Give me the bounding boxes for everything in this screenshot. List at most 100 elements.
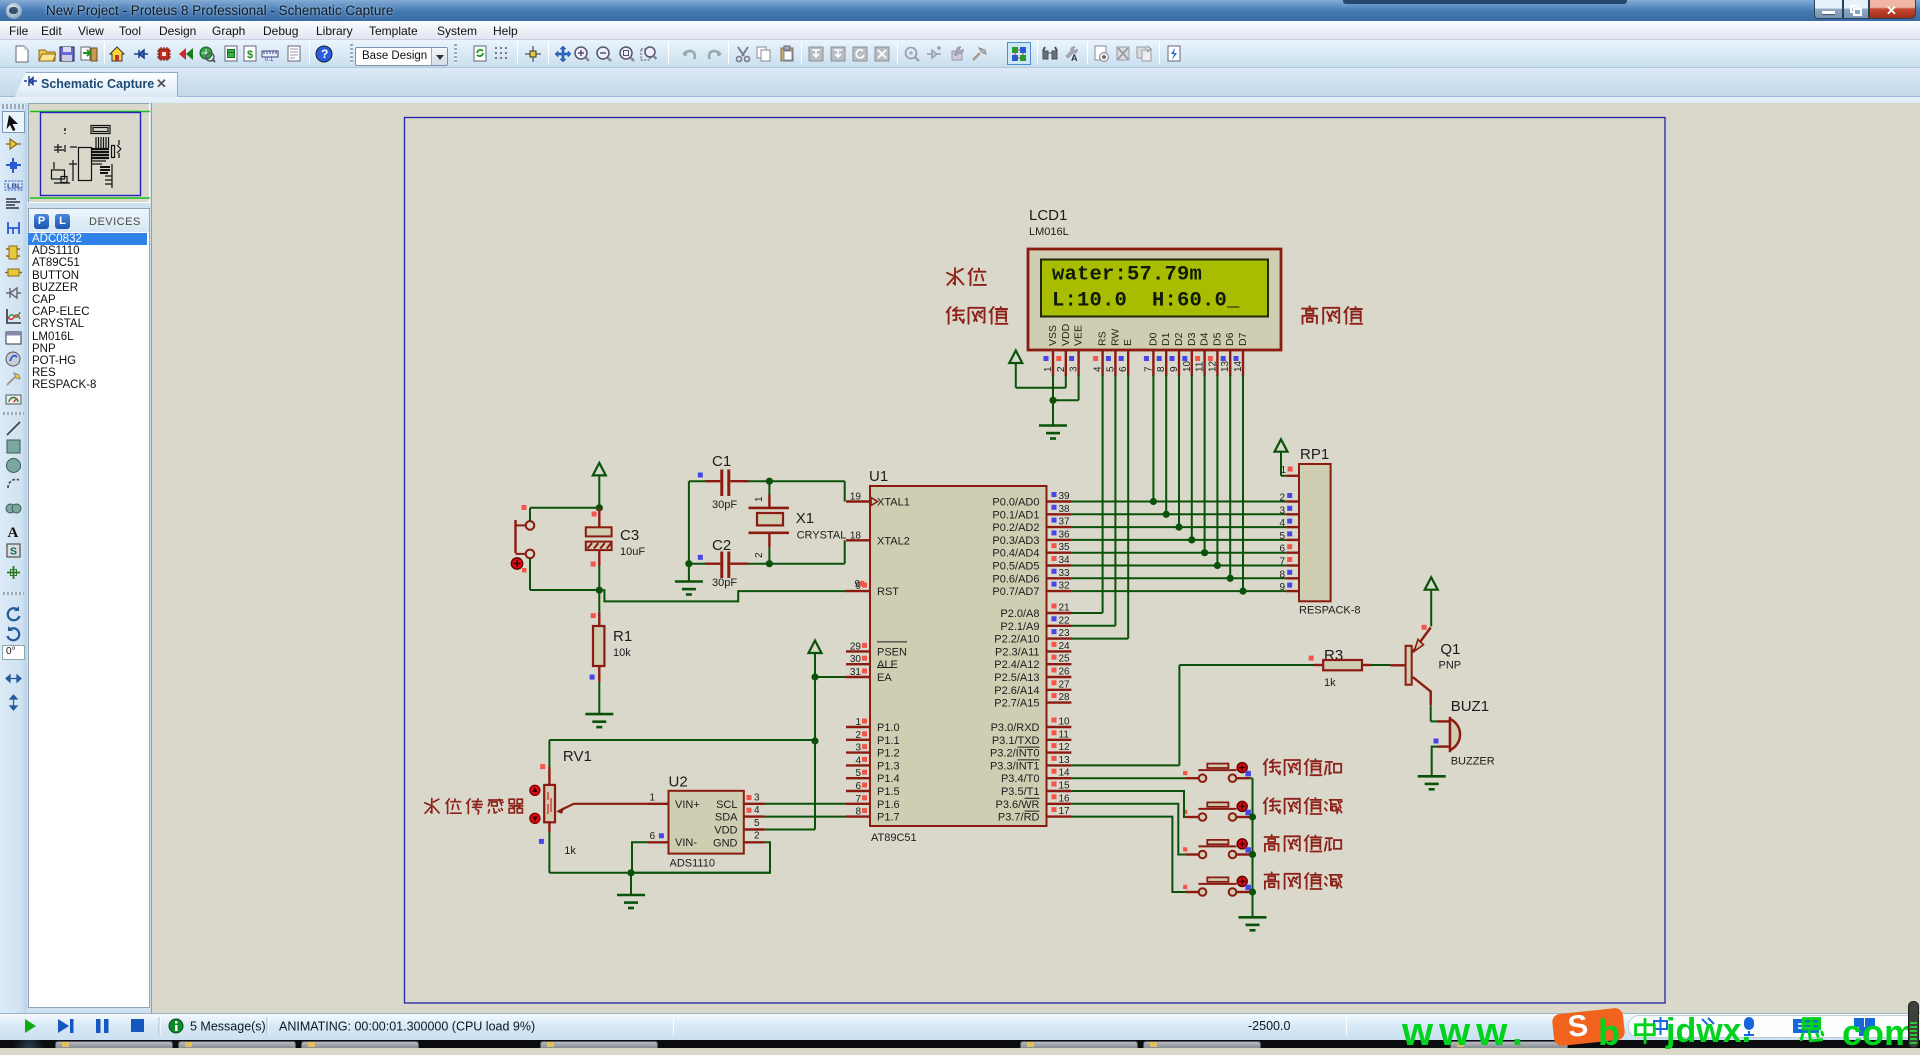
svg-text:8: 8 [855, 807, 861, 818]
svg-text:P1.1: P1.1 [877, 735, 900, 747]
svg-text:3: 3 [1069, 366, 1080, 372]
svg-text:P1.5: P1.5 [877, 786, 900, 798]
svg-text:D4: D4 [1199, 332, 1211, 346]
svg-text:7: 7 [1143, 366, 1154, 372]
svg-text:D7: D7 [1237, 332, 1249, 346]
svg-text:P0.3/AD3: P0.3/AD3 [992, 535, 1039, 547]
svg-text:VEE: VEE [1073, 325, 1085, 346]
svg-text:31: 31 [850, 667, 862, 678]
svg-text:C3: C3 [620, 527, 639, 544]
svg-text:GND: GND [713, 837, 738, 849]
svg-text:BUZ1: BUZ1 [1451, 698, 1489, 715]
svg-text:XTAL2: XTAL2 [877, 535, 910, 547]
svg-text:2: 2 [754, 552, 765, 558]
svg-text:C1: C1 [712, 453, 731, 470]
svg-text:11: 11 [1059, 729, 1070, 740]
svg-text:PNP: PNP [1439, 660, 1462, 672]
svg-text:16: 16 [1059, 793, 1071, 804]
svg-text:P3.7/RD: P3.7/RD [998, 812, 1040, 824]
svg-text:1k: 1k [564, 845, 576, 857]
svg-text:14: 14 [1233, 360, 1244, 372]
svg-text:22: 22 [1059, 615, 1071, 626]
svg-text:21: 21 [1059, 603, 1071, 614]
svg-text:X1: X1 [796, 510, 814, 527]
svg-text:2: 2 [855, 730, 861, 741]
svg-text:ALE: ALE [877, 659, 898, 671]
svg-text:ANIMATING: 00:00:01.300000 (CP: ANIMATING: 00:00:01.300000 (CPU load 9%) [279, 1020, 535, 1034]
svg-text:7: 7 [1279, 557, 1285, 568]
svg-text:D3: D3 [1186, 332, 1198, 346]
svg-text:P1.0: P1.0 [877, 722, 900, 734]
svg-text:P1.4: P1.4 [877, 773, 900, 785]
svg-text:24: 24 [1059, 641, 1071, 652]
svg-text:13: 13 [1220, 360, 1231, 372]
svg-text:CRYSTAL: CRYSTAL [797, 530, 847, 542]
svg-text:VDD: VDD [714, 825, 737, 837]
svg-text:LCD1: LCD1 [1029, 207, 1067, 224]
svg-text:PSEN: PSEN [877, 646, 907, 658]
svg-text:L:10.0 H:60.0_: L:10.0 H:60.0_ [1052, 290, 1240, 313]
svg-text:19: 19 [850, 492, 862, 503]
svg-text:9: 9 [1169, 366, 1180, 372]
svg-text:1: 1 [649, 793, 655, 804]
svg-text:RESPACK-8: RESPACK-8 [1299, 605, 1361, 617]
svg-text:30pF: 30pF [712, 577, 737, 589]
svg-text:P1.3: P1.3 [877, 760, 900, 772]
svg-text:P2.0/A8: P2.0/A8 [1000, 608, 1039, 620]
svg-text:4: 4 [1093, 366, 1104, 372]
svg-text:P1.6: P1.6 [877, 799, 900, 811]
svg-text:P2.2/A10: P2.2/A10 [994, 634, 1039, 646]
svg-text:1: 1 [754, 496, 765, 502]
svg-text:10k: 10k [613, 647, 631, 659]
svg-text:U2: U2 [669, 774, 688, 791]
svg-text:30pF: 30pF [712, 499, 737, 511]
svg-text:P1.2: P1.2 [877, 748, 900, 760]
svg-text:23: 23 [1059, 628, 1071, 639]
svg-text:P3.3/INT1: P3.3/INT1 [990, 760, 1040, 772]
svg-text:10: 10 [1059, 717, 1071, 728]
svg-text:U1: U1 [869, 468, 888, 485]
svg-text:1: 1 [1043, 366, 1054, 372]
svg-text:15: 15 [1059, 781, 1071, 792]
svg-text:7: 7 [855, 794, 861, 805]
svg-text:D2: D2 [1173, 332, 1185, 346]
svg-text:2: 2 [1056, 366, 1067, 372]
svg-text:P3.1/TXD: P3.1/TXD [992, 735, 1040, 747]
svg-text:25: 25 [1059, 654, 1071, 665]
svg-text:VIN+: VIN+ [675, 799, 700, 811]
svg-text:P3.6/WR: P3.6/WR [995, 799, 1039, 811]
svg-text:D1: D1 [1160, 332, 1172, 346]
svg-text:38: 38 [1059, 504, 1071, 515]
svg-text:28: 28 [1059, 692, 1071, 703]
svg-text:27: 27 [1059, 679, 1071, 690]
svg-text:VSS: VSS [1047, 325, 1059, 346]
svg-text:P0.7/AD7: P0.7/AD7 [992, 586, 1039, 598]
svg-text:4: 4 [855, 755, 861, 766]
svg-text:RST: RST [877, 586, 899, 598]
svg-text:XTAL1: XTAL1 [877, 497, 910, 509]
svg-text:BUZZER: BUZZER [1451, 756, 1495, 768]
svg-text:29: 29 [850, 641, 862, 652]
svg-text:1: 1 [1280, 465, 1286, 476]
svg-text:3: 3 [1279, 505, 1285, 516]
svg-text:P2.1/A9: P2.1/A9 [1000, 621, 1039, 633]
svg-text:5 Message(s): 5 Message(s) [190, 1020, 266, 1034]
svg-text:P0.6/AD6: P0.6/AD6 [992, 573, 1039, 585]
svg-text:P2.7/A15: P2.7/A15 [994, 698, 1039, 710]
svg-text:12: 12 [1207, 360, 1218, 372]
svg-text:P0.1/AD1: P0.1/AD1 [992, 509, 1039, 521]
svg-text:12: 12 [1059, 742, 1071, 753]
svg-text:P3.5/T1: P3.5/T1 [1001, 786, 1040, 798]
svg-text:C2: C2 [712, 537, 731, 554]
svg-text:RP1: RP1 [1300, 446, 1329, 463]
svg-text:P1.7: P1.7 [877, 812, 900, 824]
svg-text:30: 30 [850, 654, 862, 665]
svg-text:D0: D0 [1147, 332, 1159, 346]
svg-text:6: 6 [649, 831, 655, 842]
svg-text:5: 5 [855, 768, 861, 779]
svg-text:RV1: RV1 [563, 748, 592, 765]
svg-text:P2.4/A12: P2.4/A12 [994, 659, 1039, 671]
svg-text:6: 6 [1118, 366, 1129, 372]
svg-text:EA: EA [877, 672, 892, 684]
svg-text:34: 34 [1059, 555, 1071, 566]
